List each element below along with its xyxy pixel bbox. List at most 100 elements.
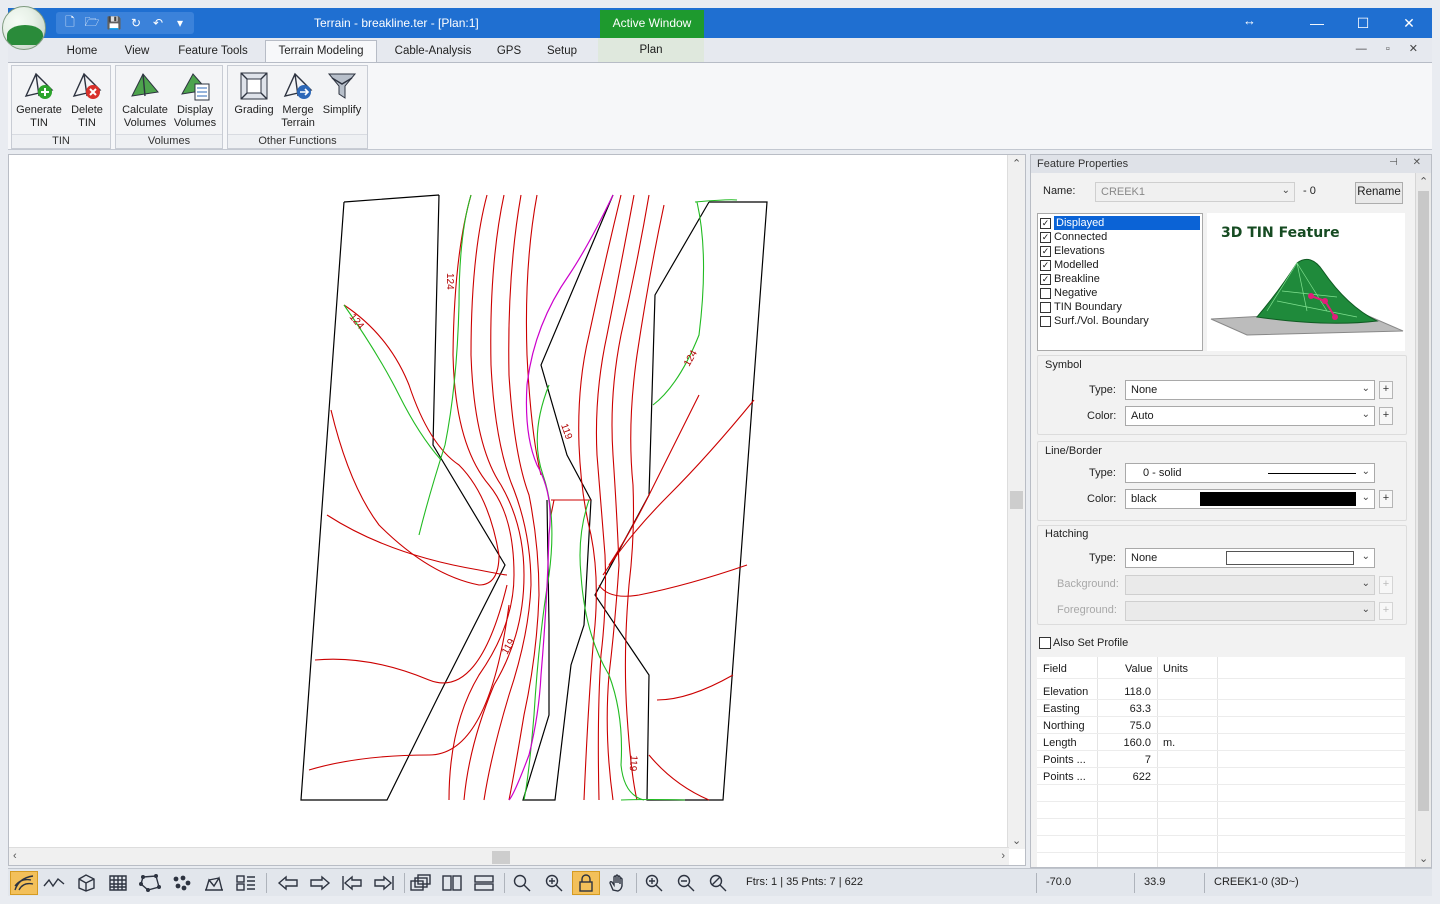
checkbox[interactable]: ✓ <box>1040 245 1051 257</box>
grid-icon[interactable] <box>104 871 132 895</box>
tab-setup[interactable]: Setup <box>544 42 580 62</box>
option-breakline[interactable]: ✓ Breakline <box>1038 272 1202 286</box>
tab-gps[interactable]: GPS <box>496 42 522 62</box>
tab-terrain-modeling[interactable]: Terrain Modeling <box>265 40 377 63</box>
zoom-out-icon[interactable] <box>672 871 700 895</box>
line-color-add-button[interactable]: + <box>1379 490 1393 508</box>
option-modelled[interactable]: ✓ Modelled <box>1038 258 1202 272</box>
option-surf-vol-boundary[interactable]: Surf./Vol. Boundary <box>1038 314 1202 328</box>
scroll-right-icon[interactable]: › <box>1001 850 1005 862</box>
checkbox[interactable] <box>1040 301 1051 313</box>
option-displayed[interactable]: ✓ Displayed <box>1038 216 1202 230</box>
resize-arrow-icon[interactable]: ↔ <box>1243 13 1256 28</box>
option-tin-boundary[interactable]: TIN Boundary <box>1038 300 1202 314</box>
tile-horizontal-icon[interactable] <box>470 871 498 895</box>
layers-list-icon[interactable] <box>232 871 260 895</box>
open-folder-icon[interactable]: 🗁 <box>82 14 102 32</box>
lock-icon[interactable] <box>572 871 600 895</box>
checkbox[interactable]: ✓ <box>1040 231 1051 243</box>
minimize-button[interactable]: — <box>1294 8 1340 38</box>
checkbox[interactable] <box>1040 315 1051 327</box>
terrain-plan-drawing[interactable]: 124 124 124 119 119 119 <box>9 155 1009 849</box>
points-icon[interactable] <box>168 871 196 895</box>
table-row[interactable]: Elevation 118.0 <box>1037 683 1405 700</box>
new-document-icon[interactable]: 🗋 <box>60 14 80 32</box>
tab-home[interactable]: Home <box>64 42 100 62</box>
option-connected[interactable]: ✓ Connected <box>1038 230 1202 244</box>
table-row[interactable]: Points ... 622 <box>1037 768 1405 785</box>
table-row[interactable]: Easting 63.3 <box>1037 700 1405 717</box>
panel-scrollbar[interactable]: ⌃ ⌄ <box>1415 173 1431 867</box>
checkbox[interactable]: ✓ <box>1040 259 1051 271</box>
tin-surface-icon[interactable] <box>200 871 228 895</box>
scroll-thumb[interactable] <box>1418 191 1429 811</box>
grading-button[interactable]: Grading <box>230 68 278 117</box>
ribbon-window-controls[interactable]: — ▫ ✕ <box>1356 42 1426 55</box>
panel-pin-close-icons[interactable]: ⊣ ✕ <box>1389 157 1427 168</box>
hatch-background-add-button[interactable]: + <box>1379 576 1393 594</box>
tab-plan[interactable]: Plan <box>598 38 704 62</box>
contours-icon[interactable] <box>10 871 38 895</box>
scroll-down-icon[interactable]: ⌄ <box>1419 852 1428 865</box>
search-icon[interactable] <box>508 871 536 895</box>
arrow-last-icon[interactable] <box>370 871 398 895</box>
arrow-first-icon[interactable] <box>338 871 366 895</box>
close-button[interactable]: ✕ <box>1386 8 1432 38</box>
merge-terrain-button[interactable]: Merge Terrain <box>274 68 322 130</box>
line-color-select[interactable]: black ⌄ <box>1125 489 1375 509</box>
rename-button[interactable]: Rename <box>1355 182 1403 204</box>
pan-hand-icon[interactable] <box>604 871 632 895</box>
hatch-foreground-add-button[interactable]: + <box>1379 602 1393 620</box>
table-row[interactable]: Points ... 7 <box>1037 751 1405 768</box>
option-elevations[interactable]: ✓ Elevations <box>1038 244 1202 258</box>
option-negative[interactable]: Negative <box>1038 286 1202 300</box>
symbol-type-add-button[interactable]: + <box>1379 381 1393 399</box>
symbol-type-select[interactable]: None ⌄ <box>1125 380 1375 400</box>
3d-box-icon[interactable] <box>72 871 100 895</box>
hatch-type-select[interactable]: None ⌄ <box>1125 548 1375 568</box>
scroll-up-icon[interactable]: ⌃ <box>1419 175 1428 188</box>
save-icon[interactable]: 💾 <box>104 14 124 32</box>
app-logo[interactable] <box>2 6 46 50</box>
table-row[interactable]: Length 160.0 m. <box>1037 734 1405 751</box>
scroll-down-icon[interactable]: ⌄ <box>1012 834 1021 847</box>
scroll-up-icon[interactable]: ⌃ <box>1012 157 1021 170</box>
table-row[interactable]: Northing 75.0 <box>1037 717 1405 734</box>
calculate-volumes-button[interactable]: Calculate Volumes <box>121 68 169 130</box>
hatch-foreground-select[interactable]: ⌄ <box>1125 601 1375 621</box>
scroll-thumb[interactable] <box>492 851 510 864</box>
zoom-in-icon[interactable] <box>640 871 668 895</box>
also-set-profile-checkbox[interactable] <box>1039 637 1051 649</box>
tab-view[interactable]: View <box>120 42 154 62</box>
polygon-icon[interactable] <box>136 871 164 895</box>
checkbox[interactable] <box>1040 287 1051 299</box>
undo-icon[interactable]: ↶ <box>148 14 168 32</box>
arrow-left-icon[interactable] <box>274 871 302 895</box>
symbol-color-select[interactable]: Auto ⌄ <box>1125 406 1375 426</box>
tile-vertical-icon[interactable] <box>438 871 466 895</box>
plan-view[interactable]: 124 124 124 119 119 119 ⌃ ⌄ ‹ › <box>8 154 1026 866</box>
profile-line-icon[interactable] <box>40 871 68 895</box>
simplify-button[interactable]: Simplify <box>318 68 366 117</box>
zoom-previous-icon[interactable] <box>704 871 732 895</box>
scroll-left-icon[interactable]: ‹ <box>13 850 17 862</box>
generate-tin-button[interactable]: Generate TIN <box>15 68 63 130</box>
checkbox[interactable]: ✓ <box>1040 217 1051 229</box>
redo-icon[interactable]: ↻ <box>126 14 146 32</box>
name-dropdown[interactable]: CREEK1 ⌄ <box>1095 182 1295 202</box>
checkbox[interactable]: ✓ <box>1040 273 1051 285</box>
line-type-select[interactable]: 0 - solid ⌄ <box>1125 463 1375 483</box>
cascade-windows-icon[interactable] <box>406 871 434 895</box>
display-volumes-button[interactable]: Display Volumes <box>171 68 219 130</box>
hatch-background-select[interactable]: ⌄ <box>1125 575 1375 595</box>
customize-icon[interactable]: ▾ <box>170 14 190 32</box>
zoom-extent-icon[interactable] <box>540 871 568 895</box>
tab-feature-tools[interactable]: Feature Tools <box>176 42 250 62</box>
arrow-right-icon[interactable] <box>306 871 334 895</box>
horizontal-scrollbar[interactable]: ‹ › <box>9 847 1009 865</box>
tab-cable-analysis[interactable]: Cable-Analysis <box>392 42 474 62</box>
scroll-thumb[interactable] <box>1010 491 1023 509</box>
symbol-color-add-button[interactable]: + <box>1379 407 1393 425</box>
vertical-scrollbar[interactable]: ⌃ ⌄ <box>1007 155 1025 849</box>
maximize-button[interactable]: ☐ <box>1340 8 1386 38</box>
